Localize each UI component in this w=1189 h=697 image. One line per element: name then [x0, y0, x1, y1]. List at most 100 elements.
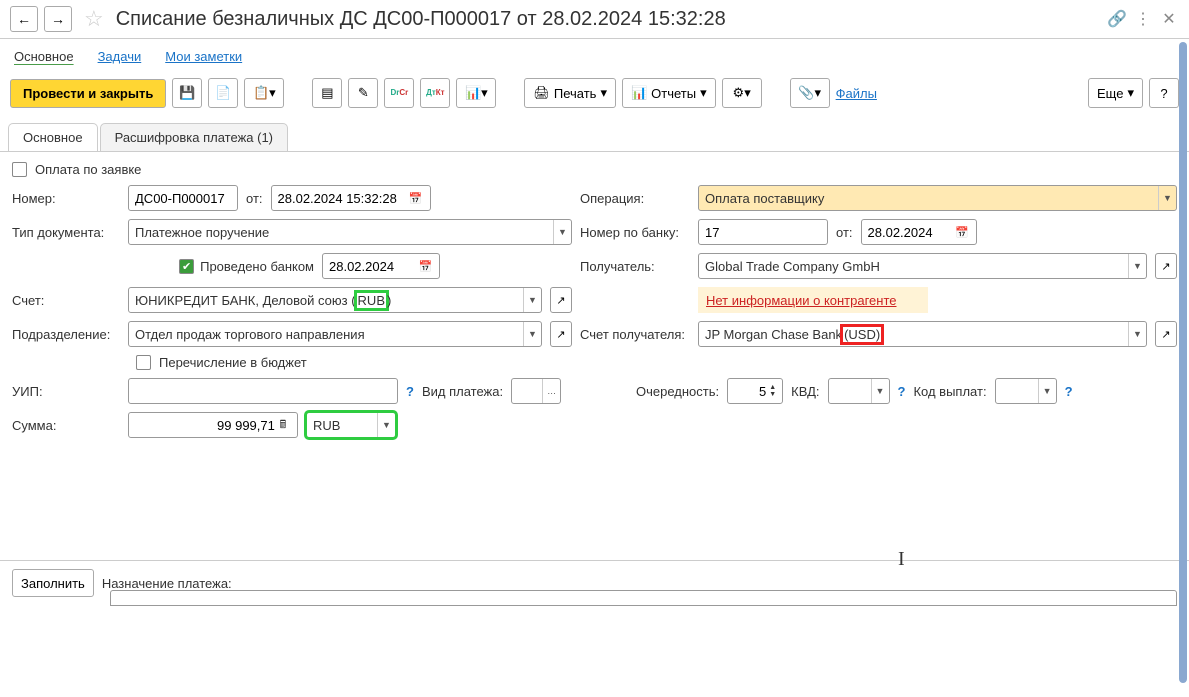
calculator-icon[interactable]: 🖩 — [275, 413, 291, 437]
help-icon[interactable]: ? — [898, 384, 906, 399]
payout-code-select[interactable]: ▼ — [995, 378, 1057, 404]
bank-num-label: Номер по банку: — [580, 225, 690, 240]
more-label: Еще — [1097, 86, 1123, 101]
link-icon[interactable]: 🔗 — [1107, 9, 1127, 29]
favorite-star-icon[interactable]: ☆ — [84, 6, 104, 32]
kvd-label: КВД: — [791, 384, 819, 399]
post-icon-button[interactable]: 📄 — [208, 78, 238, 108]
recipient-label: Получатель: — [580, 259, 690, 274]
subnav-tasks[interactable]: Задачи — [98, 49, 142, 64]
chevron-down-icon[interactable]: ▼ — [1158, 186, 1176, 210]
tab-main[interactable]: Основное — [8, 123, 98, 152]
bank-date-input[interactable]: 📅 — [322, 253, 440, 279]
more-button[interactable]: Еще ▾ — [1088, 78, 1143, 108]
reports-label: Отчеты — [651, 86, 696, 101]
chevron-down-icon[interactable]: ▼ — [1128, 254, 1146, 278]
uip-input[interactable] — [128, 378, 398, 404]
calendar-icon[interactable]: 📅 — [407, 186, 423, 210]
calendar-icon[interactable]: 📅 — [418, 254, 433, 278]
chevron-down-icon[interactable]: ▼ — [523, 288, 541, 312]
uip-label: УИП: — [12, 384, 120, 399]
forward-button[interactable]: → — [44, 6, 72, 32]
back-button[interactable]: ← — [10, 6, 38, 32]
attach-button[interactable]: 📎▾ — [790, 78, 830, 108]
doctype-label: Тип документа: — [12, 225, 120, 240]
chevron-down-icon[interactable]: ▼ — [1128, 322, 1146, 346]
budget-transfer-checkbox[interactable] — [136, 355, 151, 370]
open-external-button[interactable]: ↗ — [550, 321, 572, 347]
payment-type-label: Вид платежа: — [422, 384, 503, 399]
payout-code-label: Код выплат: — [913, 384, 986, 399]
doctype-select[interactable]: Платежное поручение▼ — [128, 219, 572, 245]
counterparty-warning: Нет информации о контрагенте — [698, 287, 928, 313]
account-select[interactable]: ЮНИКРЕДИТ БАНК, Деловой союз (RUB) ▼ — [128, 287, 542, 313]
text-cursor-icon: I — [898, 548, 905, 571]
number-label: Номер: — [12, 191, 120, 206]
toolbar-icon-2[interactable]: ✎ — [348, 78, 378, 108]
chevron-down-icon[interactable]: ▼ — [1038, 379, 1056, 403]
payment-type-input[interactable]: … — [511, 378, 561, 404]
sum-label: Сумма: — [12, 418, 120, 433]
from-label-2: от: — [836, 225, 853, 240]
spinner-icon[interactable]: ▲▼ — [769, 384, 776, 398]
bank-num-input[interactable] — [698, 219, 828, 245]
currency-select[interactable]: RUB▼ — [306, 412, 396, 438]
dt-kt-icon-button[interactable]: ДтКт — [420, 78, 450, 108]
save-icon-button[interactable]: 💾 — [172, 78, 202, 108]
reports-button[interactable]: 📊 Отчеты ▾ — [622, 78, 716, 108]
bank-num-date-input[interactable]: 📅 — [861, 219, 977, 245]
bank-processed-label: Проведено банком — [200, 259, 314, 274]
open-external-button[interactable]: ↗ — [1155, 321, 1177, 347]
tab-detail[interactable]: Расшифровка платежа (1) — [100, 123, 288, 152]
dept-label: Подразделение: — [12, 327, 120, 342]
subnav-main[interactable]: Основное — [14, 49, 74, 64]
recip-account-label: Счет получателя: — [580, 327, 690, 342]
print-label: Печать — [554, 86, 597, 101]
toolbar-icon-1[interactable]: ▤ — [312, 78, 342, 108]
dept-select[interactable]: Отдел продаж торгового направления▼ — [128, 321, 542, 347]
recip-account-select[interactable]: JP Morgan Chase Bank (USD) ▼ — [698, 321, 1147, 347]
help-icon[interactable]: ? — [406, 384, 414, 399]
print-button[interactable]: 🖨 Печать ▾ — [524, 78, 616, 108]
dr-cr-icon-button[interactable]: DrCr — [384, 78, 414, 108]
menu-dots-icon[interactable]: ⋮ — [1133, 9, 1153, 29]
help-button[interactable]: ? — [1149, 78, 1179, 108]
order-input[interactable]: ▲▼ — [727, 378, 783, 404]
chevron-down-icon[interactable]: ▼ — [523, 322, 541, 346]
recip-account-currency-highlight: (USD) — [842, 326, 882, 343]
operation-label: Операция: — [580, 191, 690, 206]
open-external-button[interactable]: ↗ — [550, 287, 572, 313]
account-currency-highlight: RUB — [356, 292, 387, 309]
pay-by-request-checkbox[interactable] — [12, 162, 27, 177]
recipient-select[interactable]: Global Trade Company GmbH▼ — [698, 253, 1147, 279]
sum-input[interactable]: 🖩 — [128, 412, 298, 438]
subnav-notes[interactable]: Мои заметки — [165, 49, 242, 64]
from-label-1: от: — [246, 191, 263, 206]
document-title: Списание безналичных ДС ДС00-П000017 от … — [116, 8, 1101, 31]
purpose-textarea[interactable] — [110, 590, 1177, 606]
kvd-select[interactable]: ▼ — [828, 378, 890, 404]
order-label: Очередность: — [636, 384, 719, 399]
close-icon[interactable]: ✕ — [1159, 9, 1179, 29]
bank-processed-checkbox[interactable]: ✔ — [179, 259, 194, 274]
chevron-down-icon[interactable]: ▼ — [871, 379, 889, 403]
ellipsis-icon[interactable]: … — [542, 379, 560, 403]
toolbar-icon-misc[interactable]: ⚙▾ — [722, 78, 762, 108]
pay-by-request-label: Оплата по заявке — [35, 162, 141, 177]
no-counterparty-link[interactable]: Нет информации о контрагенте — [706, 293, 897, 308]
toolbar-icon-drop[interactable]: 📊▾ — [456, 78, 496, 108]
post-and-close-button[interactable]: Провести и закрыть — [10, 79, 166, 108]
operation-select[interactable]: Оплата поставщику▼ — [698, 185, 1177, 211]
calendar-icon[interactable]: 📅 — [954, 220, 969, 244]
files-link[interactable]: Файлы — [836, 86, 877, 101]
scrollbar[interactable] — [1179, 42, 1187, 683]
create-based-on-button[interactable]: 📋▾ — [244, 78, 284, 108]
account-label: Счет: — [12, 293, 120, 308]
open-external-button[interactable]: ↗ — [1155, 253, 1177, 279]
help-icon[interactable]: ? — [1065, 384, 1073, 399]
number-input[interactable] — [128, 185, 238, 211]
datetime-input[interactable]: 📅 — [271, 185, 431, 211]
chevron-down-icon[interactable]: ▼ — [553, 220, 571, 244]
fill-button[interactable]: Заполнить — [12, 569, 94, 597]
chevron-down-icon[interactable]: ▼ — [377, 413, 395, 437]
